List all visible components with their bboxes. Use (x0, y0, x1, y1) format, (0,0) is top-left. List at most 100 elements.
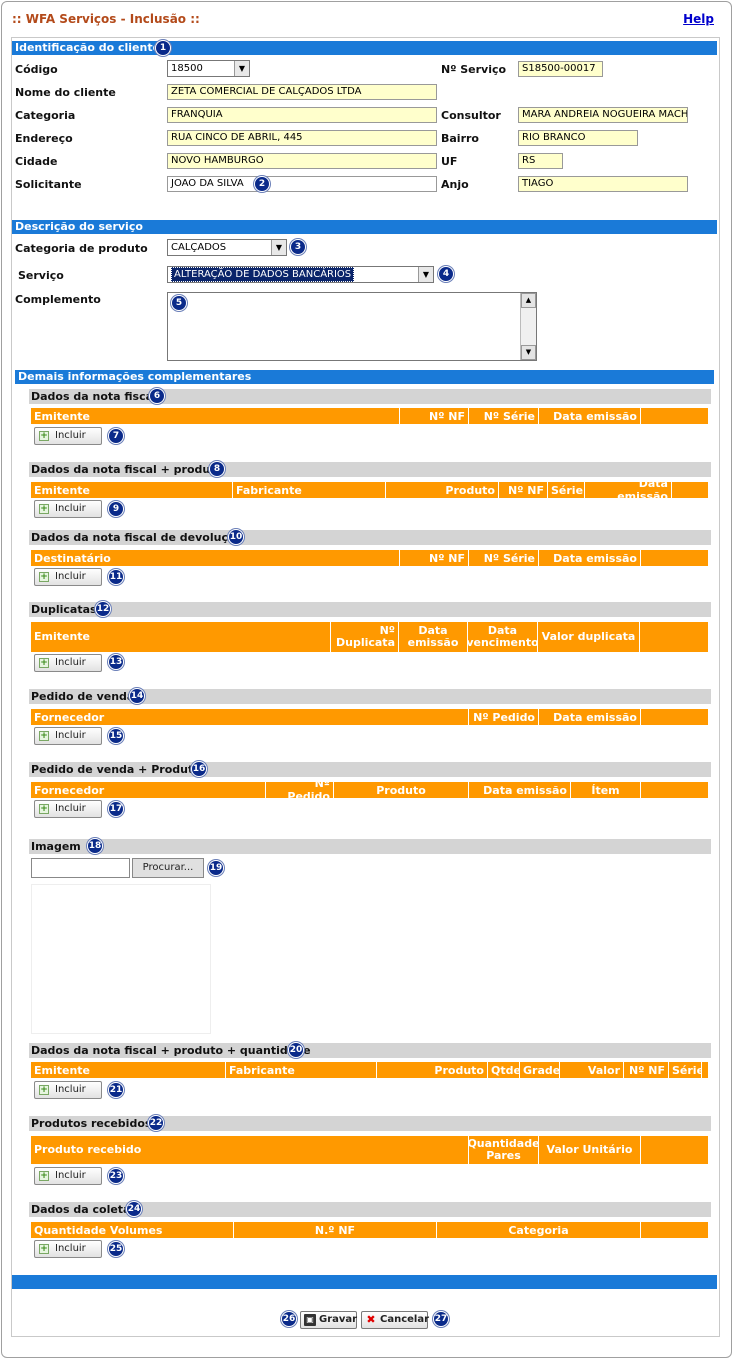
incluir-button-dados-coleta[interactable]: + Incluir (34, 1240, 102, 1258)
col-header: Emitente (31, 1062, 226, 1078)
add-icon: + (39, 1171, 49, 1181)
footer-bar (12, 1275, 717, 1289)
cancel-button[interactable]: ✖ Cancelar (361, 1311, 429, 1329)
table-header-nota-fiscal-devolucao: Destinatário Nº NF Nº Série Data emissão (31, 550, 708, 566)
add-icon: + (39, 658, 49, 668)
step-badge: 25 (108, 1241, 124, 1257)
col-header (641, 408, 708, 424)
incluir-button-produtos-recebidos[interactable]: + Incluir (34, 1167, 102, 1185)
col-header: Categoria (437, 1222, 641, 1238)
col-header (641, 782, 708, 798)
col-header: Valor Unitário (539, 1136, 641, 1164)
section-header-demais: Demais informações complementares (15, 370, 714, 384)
col-header: Fabricante (226, 1062, 377, 1078)
file-path-input[interactable] (31, 858, 130, 878)
col-header: Fornecedor (31, 709, 469, 725)
chevron-down-icon: ▼ (418, 267, 433, 282)
button-label: Incluir (55, 1243, 86, 1254)
save-button[interactable]: ▣ Gravar (300, 1311, 357, 1329)
section-header-descricao: Descrição do serviço (12, 220, 717, 234)
col-header (641, 709, 708, 725)
col-header: Quantidade Pares (469, 1136, 539, 1164)
add-icon: + (39, 572, 49, 582)
step-badge: 3 (290, 239, 306, 255)
incluir-button-nota-fiscal-produto[interactable]: + Incluir (34, 500, 102, 518)
col-header: Data vencimento (468, 622, 538, 652)
step-badge: 17 (108, 801, 124, 817)
categoria-produto-select[interactable]: CALÇADOS ▼ (167, 239, 287, 256)
section-title: Duplicatas (31, 603, 97, 616)
window-title: :: WFA Serviços - Inclusão :: (12, 12, 200, 26)
consultor-field: MARA ANDREIA NOGUEIRA MACH (518, 107, 688, 123)
col-header: Nº Pedido (266, 782, 334, 798)
cidade-label: Cidade (15, 155, 58, 168)
button-label: Incluir (55, 503, 86, 514)
section-header-identificacao: Identificação do cliente (12, 41, 717, 55)
button-label: Incluir (55, 1084, 86, 1095)
button-label: Gravar (319, 1314, 358, 1325)
codigo-value: 18500 (171, 63, 203, 74)
incluir-button-pedido-venda-produto[interactable]: + Incluir (34, 800, 102, 818)
col-header: Data emissão (585, 482, 672, 498)
col-header: Data emissão (539, 709, 641, 725)
solicitante-input[interactable]: JOAO DA SILVA (167, 176, 437, 192)
step-badge: 10 (228, 529, 244, 545)
help-link[interactable]: Help (683, 12, 714, 26)
col-header: Nº Série (469, 550, 539, 566)
scroll-down-icon[interactable]: ▼ (521, 345, 536, 360)
anjo-field: TIAGO (518, 176, 688, 192)
col-header: Data emissão (539, 550, 641, 566)
section-duplicatas: Duplicatas (29, 602, 711, 617)
button-label: Incluir (55, 803, 86, 814)
codigo-label: Código (15, 63, 58, 76)
section-title: Imagem (31, 840, 81, 853)
button-label: Incluir (55, 1170, 86, 1181)
step-badge: 26 (281, 1311, 297, 1327)
section-nota-fiscal: Dados da nota fiscal (29, 389, 711, 404)
incluir-button-nota-fiscal-produto-quantidade[interactable]: + Incluir (34, 1081, 102, 1099)
col-header: Data emissão (399, 622, 468, 652)
col-header: Nº Pedido (469, 709, 539, 725)
section-title: Pedido de venda (31, 690, 135, 703)
step-badge: 20 (288, 1042, 304, 1058)
col-header: Valor (560, 1062, 624, 1078)
col-header: Nº NF (400, 408, 469, 424)
consultor-label: Consultor (441, 109, 501, 122)
step-badge: 4 (438, 266, 454, 282)
chevron-down-icon: ▼ (271, 240, 286, 255)
step-badge: 23 (108, 1168, 124, 1184)
step-badge: 5 (171, 295, 187, 311)
scrollbar[interactable]: ▲ ▼ (520, 293, 536, 360)
col-header (702, 1062, 708, 1078)
step-badge: 11 (108, 569, 124, 585)
col-header (641, 550, 708, 566)
incluir-button-pedido-venda[interactable]: + Incluir (34, 727, 102, 745)
add-icon: + (39, 804, 49, 814)
col-header: Produto (386, 482, 499, 498)
table-header-produtos-recebidos: Produto recebido Quantidade Pares Valor … (31, 1136, 708, 1164)
incluir-button-duplicatas[interactable]: + Incluir (34, 654, 102, 672)
anjo-label: Anjo (441, 178, 469, 191)
servico-select[interactable]: ALTERAÇÃO DE DADOS BANCÁRIOS ▼ (167, 266, 434, 283)
add-icon: + (39, 431, 49, 441)
browse-button[interactable]: Procurar... (132, 858, 204, 878)
add-icon: + (39, 731, 49, 741)
step-badge: 16 (191, 761, 207, 777)
complemento-textarea[interactable]: ▲ ▼ (167, 292, 537, 361)
col-header: Produto (377, 1062, 488, 1078)
incluir-button-nota-fiscal-devolucao[interactable]: + Incluir (34, 568, 102, 586)
section-title: Produtos recebidos (31, 1117, 152, 1130)
col-header: Emitente (31, 622, 331, 652)
col-header: Emitente (31, 408, 400, 424)
chevron-down-icon: ▼ (234, 61, 249, 76)
incluir-button-nota-fiscal[interactable]: + Incluir (34, 427, 102, 445)
add-icon: + (39, 504, 49, 514)
scroll-up-icon[interactable]: ▲ (521, 293, 536, 308)
bairro-label: Bairro (441, 132, 479, 145)
button-label: Incluir (55, 430, 86, 441)
col-header (641, 1136, 708, 1164)
codigo-select[interactable]: 18500 ▼ (167, 60, 250, 77)
step-badge: 8 (209, 461, 225, 477)
bairro-field: RIO BRANCO (518, 130, 638, 146)
section-nota-fiscal-produto: Dados da nota fiscal + produto (29, 462, 711, 477)
